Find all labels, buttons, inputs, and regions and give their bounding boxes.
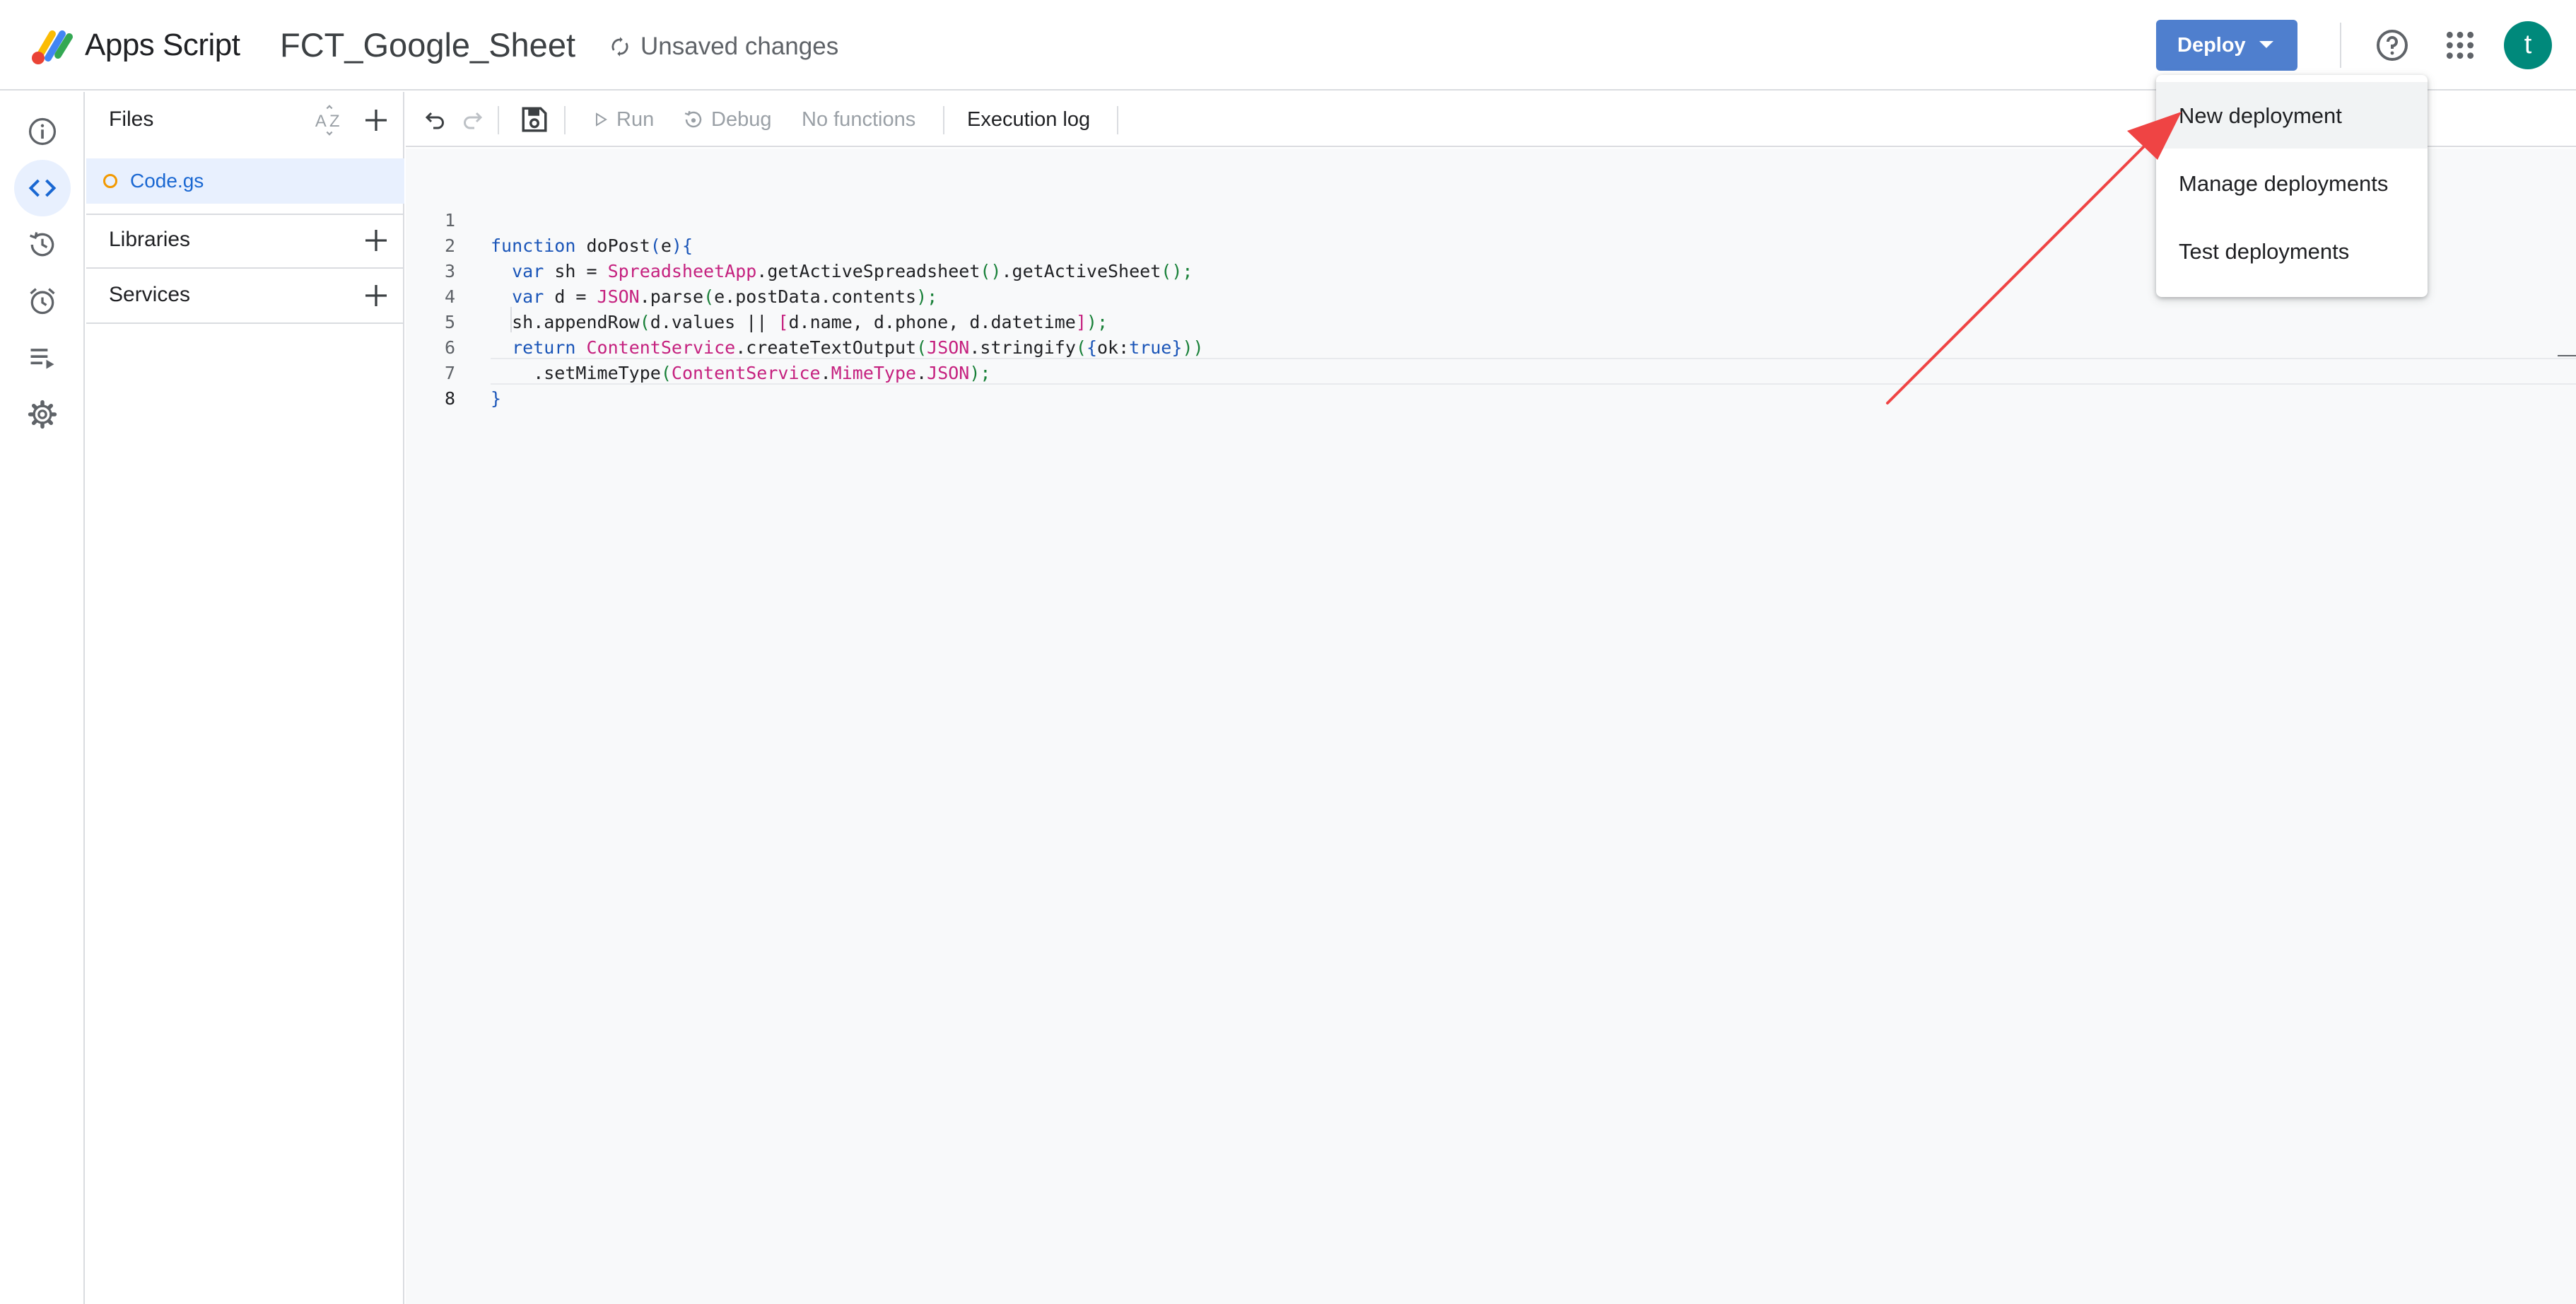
redo-icon[interactable]: [459, 105, 485, 134]
divider: [86, 214, 404, 215]
app-name[interactable]: Apps Script: [85, 27, 240, 64]
divider: [86, 322, 404, 324]
menu-item-manage-deployments[interactable]: Manage deployments: [2156, 150, 2428, 216]
deploy-button[interactable]: Deploy: [2156, 20, 2297, 71]
unsaved-indicator: [103, 174, 117, 188]
menu-item-label: Manage deployments: [2179, 171, 2389, 196]
svg-text:A: A: [315, 112, 327, 131]
apps-grid-icon[interactable]: [2445, 30, 2476, 61]
menu-item-new-deployment[interactable]: New deployment: [2156, 82, 2428, 149]
rail-triggers[interactable]: [14, 273, 71, 330]
code-line: 7 }: [406, 335, 2576, 409]
svg-text:Z: Z: [329, 112, 340, 131]
toolbar-divider: [498, 106, 499, 134]
toolbar-divider: [2340, 23, 2341, 68]
menu-item-test-deployments[interactable]: Test deployments: [2156, 218, 2428, 284]
add-service-icon[interactable]: [362, 281, 390, 310]
gear-icon: [28, 400, 57, 429]
rail-history[interactable]: [14, 216, 71, 273]
avatar[interactable]: t: [2504, 21, 2552, 69]
deploy-menu: New deployment Manage deployments Test d…: [2156, 75, 2428, 297]
toolbar-divider: [564, 106, 566, 134]
add-file-icon[interactable]: [362, 106, 390, 134]
project-title[interactable]: FCT_Google_Sheet: [280, 25, 575, 65]
run-button[interactable]: Run: [592, 105, 654, 134]
services-label: Services: [109, 283, 191, 306]
left-rail: [0, 92, 85, 1304]
files-panel: Files A Z Code.gs Libraries Services: [86, 92, 404, 1304]
menu-item-label: New deployment: [2179, 103, 2342, 128]
code-icon: [28, 179, 57, 197]
line-number: 8: [444, 388, 455, 409]
apps-script-logo-icon[interactable]: [28, 27, 81, 66]
files-header: Files A Z: [86, 92, 404, 149]
sync-icon: [611, 37, 628, 57]
code-line: 6 .setMimeType(ContentService.MimeType.J…: [406, 310, 2576, 383]
rail-editor[interactable]: [14, 160, 71, 216]
history-icon: [30, 232, 54, 257]
debug-label: Debug: [711, 107, 772, 131]
run-label: Run: [616, 107, 655, 131]
play-icon: [596, 112, 607, 127]
save-icon[interactable]: [519, 105, 550, 134]
toolbar-divider: [943, 106, 944, 134]
code-editor[interactable]: 1 function doPost(e){ 2 var sh = Spreads…: [406, 149, 2576, 1304]
executions-list-icon: [30, 349, 54, 369]
code-text: }: [491, 388, 502, 409]
execution-log-button[interactable]: Execution log: [967, 105, 1090, 134]
chevron-down-icon[interactable]: [2258, 40, 2275, 50]
save-status: Unsaved changes: [609, 31, 838, 62]
libraries-label: Libraries: [109, 228, 191, 251]
alarm-clock-icon: [30, 288, 55, 315]
file-item-code-gs[interactable]: Code.gs: [86, 158, 404, 204]
sort-az-icon[interactable]: A Z: [314, 105, 345, 136]
add-library-icon[interactable]: [362, 226, 390, 255]
save-status-label: Unsaved changes: [640, 33, 839, 60]
help-icon[interactable]: [2375, 28, 2409, 62]
toolbar-divider: [1117, 106, 1118, 134]
rail-executions[interactable]: [14, 330, 71, 386]
undo-icon[interactable]: [423, 105, 448, 134]
files-title: Files: [109, 107, 154, 131]
code-line: 8: [406, 361, 2576, 409]
deploy-button-label: Deploy: [2177, 34, 2246, 57]
info-icon: [28, 117, 57, 146]
divider: [86, 267, 404, 269]
function-select[interactable]: No functions: [802, 105, 915, 134]
debug-icon: [684, 110, 702, 128]
file-name: Code.gs: [130, 170, 204, 192]
rail-overview[interactable]: [14, 103, 71, 160]
rail-settings[interactable]: [14, 386, 71, 443]
debug-button[interactable]: Debug: [683, 105, 771, 134]
menu-item-label: Test deployments: [2179, 239, 2350, 264]
